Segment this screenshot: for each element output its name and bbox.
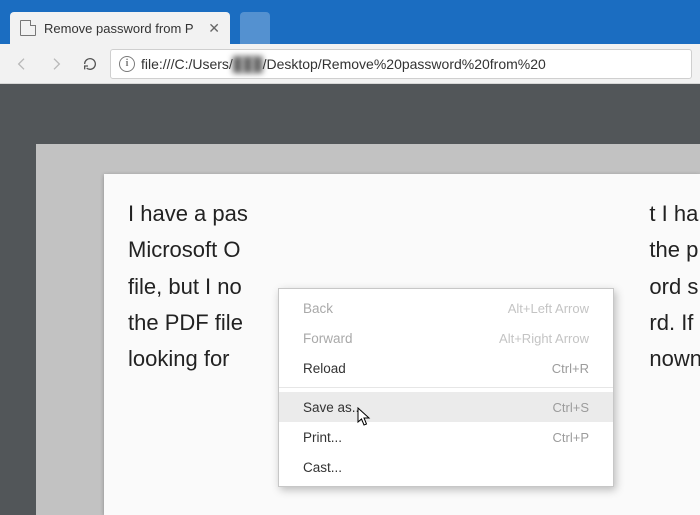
arrow-left-icon: [14, 56, 30, 72]
menu-item-cast[interactable]: Cast...: [279, 452, 613, 482]
toolbar: file:///C:/Users/███/Desktop/Remove%20pa…: [0, 44, 700, 84]
menu-label: Cast...: [303, 460, 342, 475]
reload-button[interactable]: [76, 50, 104, 78]
menu-item-save-as[interactable]: Save as... Ctrl+S: [279, 392, 613, 422]
menu-shortcut: Alt+Right Arrow: [499, 331, 589, 346]
tab-strip: Remove password from P ✕: [0, 8, 700, 44]
menu-shortcut: Ctrl+S: [553, 400, 589, 415]
window-titlebar: [0, 0, 700, 8]
browser-tab[interactable]: Remove password from P ✕: [10, 12, 230, 44]
menu-shortcut: Ctrl+P: [553, 430, 589, 445]
menu-item-print[interactable]: Print... Ctrl+P: [279, 422, 613, 452]
pdf-text-right: t I ha the p ord s rd. If nown: [649, 196, 700, 377]
menu-shortcut: Alt+Left Arrow: [508, 301, 589, 316]
close-icon[interactable]: ✕: [208, 20, 220, 37]
menu-label: Print...: [303, 430, 342, 445]
new-tab-button[interactable]: [240, 12, 270, 44]
info-icon[interactable]: [119, 56, 135, 72]
menu-separator: [279, 387, 613, 388]
menu-label: Back: [303, 301, 333, 316]
back-button[interactable]: [8, 50, 36, 78]
viewport: I have a pas Microsoft O file, but I no …: [0, 84, 700, 515]
reload-icon: [82, 56, 98, 72]
arrow-right-icon: [48, 56, 64, 72]
menu-shortcut: Ctrl+R: [552, 361, 589, 376]
menu-label: Save as...: [303, 400, 363, 415]
context-menu: Back Alt+Left Arrow Forward Alt+Right Ar…: [278, 288, 614, 487]
menu-item-back: Back Alt+Left Arrow: [279, 293, 613, 323]
menu-label: Reload: [303, 361, 346, 376]
menu-label: Forward: [303, 331, 353, 346]
menu-item-reload[interactable]: Reload Ctrl+R: [279, 353, 613, 383]
menu-item-forward: Forward Alt+Right Arrow: [279, 323, 613, 353]
address-bar[interactable]: file:///C:/Users/███/Desktop/Remove%20pa…: [110, 49, 692, 79]
forward-button[interactable]: [42, 50, 70, 78]
url-text: file:///C:/Users/███/Desktop/Remove%20pa…: [141, 56, 546, 72]
tab-title: Remove password from P: [44, 21, 200, 36]
file-icon: [20, 20, 36, 36]
